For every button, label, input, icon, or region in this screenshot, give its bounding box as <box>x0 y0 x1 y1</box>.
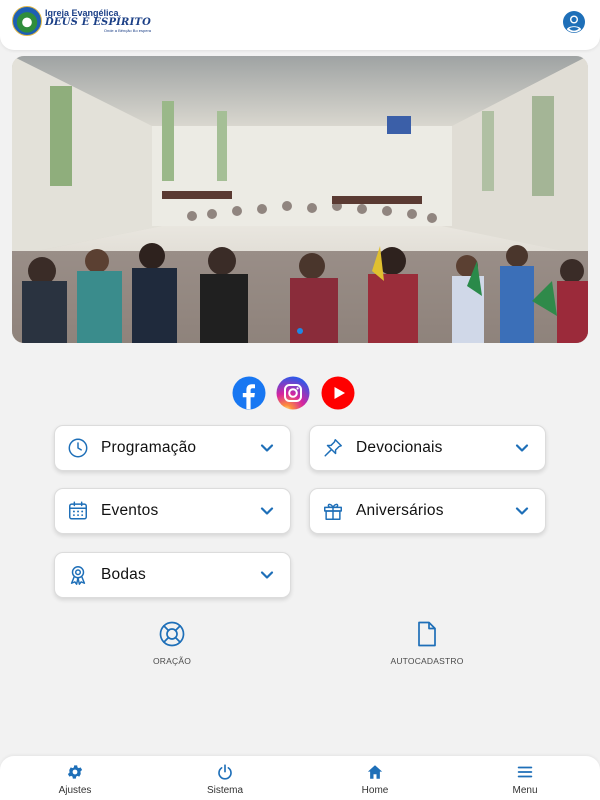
chevron-down-icon <box>515 444 529 452</box>
card-programacao[interactable]: Programação <box>54 425 291 471</box>
card-devocionais[interactable]: Devocionais <box>309 425 546 471</box>
gear-icon <box>67 765 83 779</box>
logo-text: Igreja Evangélica DEUS É ESPÍRITO Onde a… <box>45 9 151 33</box>
power-icon <box>218 764 232 780</box>
carousel-dot-active[interactable] <box>297 328 303 334</box>
church-logo[interactable]: Igreja Evangélica DEUS É ESPÍRITO Onde a… <box>12 6 151 36</box>
logo-line-3: Onde a Bênção Bo espera <box>103 28 152 33</box>
nav-label: Sistema <box>206 785 244 796</box>
nav-menu[interactable]: Menu <box>475 763 575 796</box>
card-eventos[interactable]: Eventos <box>54 488 291 534</box>
chevron-down-icon <box>260 571 274 579</box>
chevron-down-icon <box>260 444 274 452</box>
social-links <box>0 376 600 410</box>
clock-icon <box>68 438 88 458</box>
tile-label: AUTOCADASTRO <box>390 656 464 666</box>
menu-icon <box>517 766 533 778</box>
nav-sistema[interactable]: Sistema <box>175 763 275 796</box>
facebook-icon[interactable] <box>232 376 266 410</box>
youtube-icon[interactable] <box>321 376 355 410</box>
calendar-icon <box>69 501 87 520</box>
top-app-bar: Igreja Evangélica DEUS É ESPÍRITO Onde a… <box>0 0 600 50</box>
card-bodas[interactable]: Bodas <box>54 552 291 598</box>
chevron-down-icon <box>515 507 529 515</box>
lifebuoy-icon <box>159 621 185 647</box>
card-aniversarios[interactable]: Aniversários <box>309 488 546 534</box>
chevron-down-icon <box>260 507 274 515</box>
logo-line-2: DEUS É ESPÍRITO <box>45 17 152 28</box>
card-label: Bodas <box>101 566 146 583</box>
card-label: Devocionais <box>356 439 443 456</box>
card-label: Programação <box>101 439 197 456</box>
carousel-indicator <box>12 321 588 339</box>
instagram-icon[interactable] <box>276 376 310 410</box>
tile-autocadastro[interactable]: AUTOCADASTRO <box>367 621 487 671</box>
card-label: Eventos <box>101 502 159 519</box>
nav-home[interactable]: Home <box>325 763 425 796</box>
nav-label: Home <box>361 785 389 796</box>
tile-label: ORAÇÃO <box>152 656 192 666</box>
bottom-navigation: Ajustes Sistema Home Menu <box>0 756 600 800</box>
user-circle-icon[interactable] <box>562 10 586 34</box>
tile-oracao[interactable]: ORAÇÃO <box>112 621 232 671</box>
nav-ajustes[interactable]: Ajustes <box>25 763 125 796</box>
church-congregation-photo <box>12 56 588 343</box>
document-icon <box>418 621 436 647</box>
award-icon <box>70 566 86 585</box>
home-icon <box>367 765 383 779</box>
pin-icon <box>324 439 342 457</box>
hero-carousel[interactable] <box>12 56 588 343</box>
nav-label: Ajustes <box>58 785 92 796</box>
gift-icon <box>324 503 342 520</box>
dove-globe-emblem-icon <box>12 6 42 36</box>
nav-label: Menu <box>512 785 538 796</box>
card-label: Aniversários <box>356 502 444 519</box>
